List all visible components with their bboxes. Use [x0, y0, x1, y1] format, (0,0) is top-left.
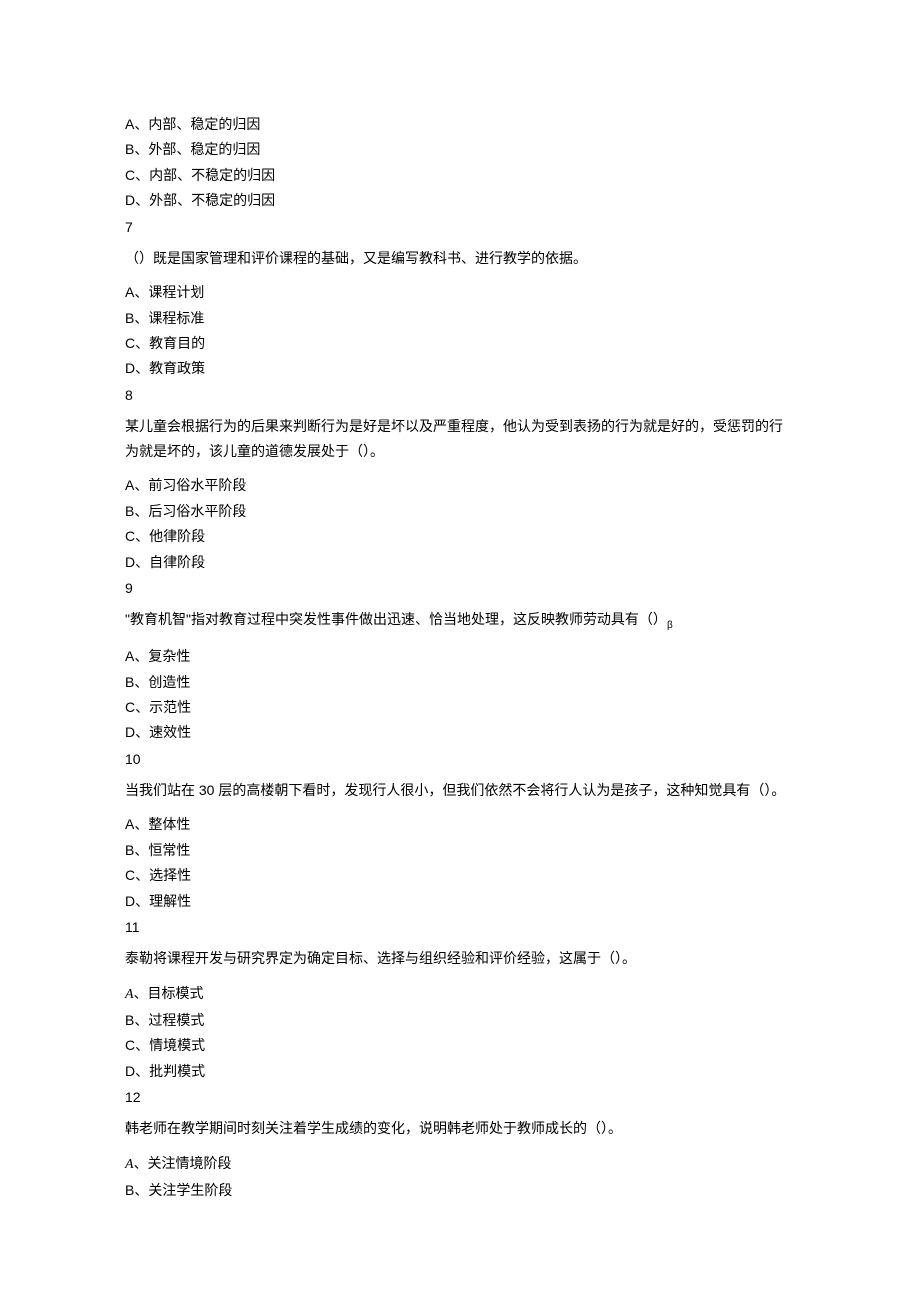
q12-number: 12 — [125, 1086, 795, 1108]
q10-option-a: A、整体性 — [125, 813, 795, 835]
q8-number: 8 — [125, 384, 795, 406]
q10-option-d: D、理解性 — [125, 890, 795, 912]
q9-option-a: A、复杂性 — [125, 645, 795, 667]
q9-stem: "教育机智"指对教育过程中突发性事件做出迅速、恰当地处理，这反映教师劳动具有（）… — [125, 607, 795, 635]
q9-option-c: C、示范性 — [125, 696, 795, 718]
q11-option-a-text: 、目标模式 — [134, 985, 204, 1001]
q12-stem: 韩老师在教学期间时刻关注着学生成绩的变化，说明韩老师处于教师成长的（）。 — [125, 1116, 795, 1141]
q8-option-b: B、后习俗水平阶段 — [125, 500, 795, 522]
q7-option-c: C、教育目的 — [125, 332, 795, 354]
q9-option-b: B、创造性 — [125, 671, 795, 693]
q12-option-a: A、关注情境阶段 — [125, 1152, 795, 1176]
q8-option-c: C、他律阶段 — [125, 525, 795, 547]
q9-number: 9 — [125, 577, 795, 599]
q12-option-a-letter: A — [125, 1157, 134, 1172]
q8-option-d: D、自律阶段 — [125, 551, 795, 573]
q6-option-d: D、外部、不稳定的归因 — [125, 189, 795, 211]
q11-number: 11 — [125, 916, 795, 938]
q7-number: 7 — [125, 216, 795, 238]
q7-option-b: B、课程标准 — [125, 307, 795, 329]
q9-stem-sub: β — [667, 620, 673, 631]
q6-option-a: A、内部、稳定的归因 — [125, 113, 795, 135]
q9-stem-text: "教育机智"指对教育过程中突发性事件做出迅速、恰当地处理，这反映教师劳动具有（） — [125, 611, 667, 627]
q9-option-d: D、速效性 — [125, 721, 795, 743]
q7-option-d: D、教育政策 — [125, 357, 795, 379]
q6-option-b: B、外部、稳定的归因 — [125, 138, 795, 160]
q6-option-c: C、内部、不稳定的归因 — [125, 164, 795, 186]
q10-option-b: B、恒常性 — [125, 839, 795, 861]
q11-option-a-letter: A — [125, 987, 134, 1002]
q11-stem: 泰勒将课程开发与研究界定为确定目标、选择与组织经验和评价经验，这属于（）。 — [125, 946, 795, 971]
q12-option-a-text: 、关注情境阶段 — [134, 1155, 232, 1171]
q7-option-a: A、课程计划 — [125, 281, 795, 303]
q8-stem: 某儿童会根据行为的后果来判断行为是好是坏以及严重程度，他认为受到表扬的行为就是好… — [125, 414, 795, 464]
q10-stem: 当我们站在 30 层的高楼朝下看时，发现行人很小，但我们依然不会将行人认为是孩子… — [125, 778, 795, 803]
q7-stem: （）既是国家管理和评价课程的基础，又是编写教科书、进行教学的依据。 — [125, 246, 795, 271]
q11-option-a: A、目标模式 — [125, 982, 795, 1006]
q10-option-c: C、选择性 — [125, 864, 795, 886]
q11-option-d: D、批判模式 — [125, 1060, 795, 1082]
q12-option-b: B、关注学生阶段 — [125, 1179, 795, 1201]
q8-option-a: A、前习俗水平阶段 — [125, 474, 795, 496]
q10-number: 10 — [125, 748, 795, 770]
q11-option-b: B、过程模式 — [125, 1009, 795, 1031]
q11-option-c: C、情境模式 — [125, 1034, 795, 1056]
